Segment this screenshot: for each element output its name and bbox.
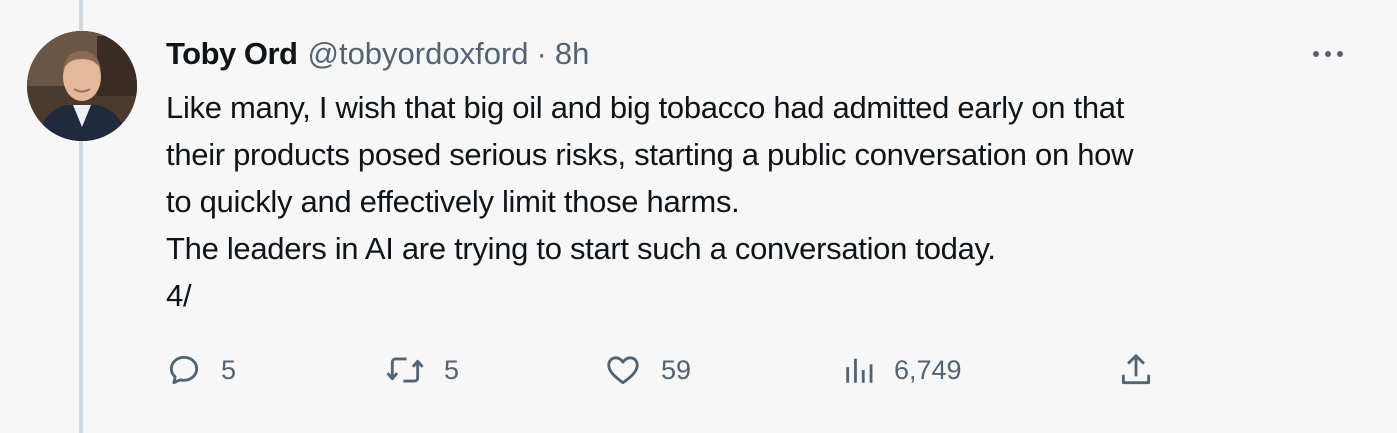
author-handle[interactable]: @tobyordoxford [307,36,528,72]
tweet-header: Toby Ord @tobyordoxford · 8h [166,34,589,74]
author-name[interactable]: Toby Ord [166,36,298,72]
more-options-button[interactable] [1308,40,1348,68]
like-button[interactable]: 59 [603,348,691,392]
heart-icon [607,356,639,385]
views-count: 6,749 [894,354,962,385]
views-button[interactable]: 6,749 [842,348,962,392]
tweet-text-line: Like many, I wish that big oil and big t… [166,90,1125,125]
tweet-text-line: to quickly and effectively limit those h… [166,184,740,219]
analytics-icon [846,358,873,383]
tweet-text-line: their products posed serious risks, star… [166,137,1134,172]
like-count: 59 [661,354,692,385]
reply-button[interactable]: 5 [165,348,236,392]
tweet-actions-bar: 5 5 59 6,749 [0,348,1397,392]
tweet-timestamp[interactable]: 8h [555,36,589,72]
reply-icon [169,355,199,385]
tweet-text-line: The leaders in AI are trying to start su… [166,231,996,266]
more-horizontal-icon [1313,51,1343,57]
retweet-count: 5 [444,354,460,385]
share-button[interactable] [1117,348,1155,392]
avatar-photo [27,31,137,141]
share-icon [1121,354,1151,385]
tweet-text: Like many, I wish that big oil and big t… [166,84,1366,319]
reply-count: 5 [221,354,237,385]
retweet-icon [386,357,424,383]
tweet-text-line: 4/ [166,278,192,313]
header-separator: · [536,36,547,71]
retweet-button[interactable]: 5 [384,348,459,392]
avatar[interactable] [27,31,137,141]
